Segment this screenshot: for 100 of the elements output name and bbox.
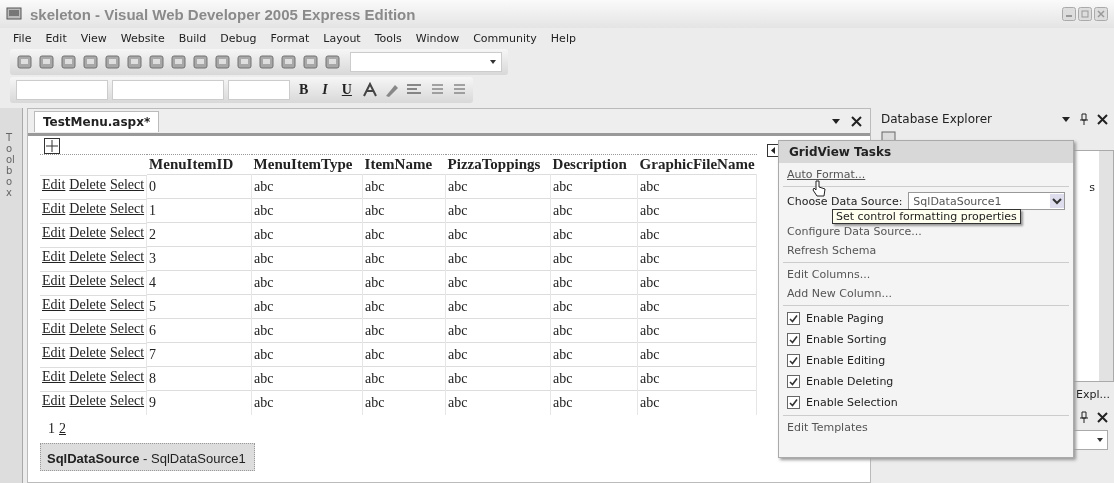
smart-tag-icon[interactable] — [767, 144, 780, 157]
command-link[interactable]: Select — [109, 392, 145, 414]
task-link[interactable]: Edit Columns... — [783, 265, 875, 284]
dropdown-icon[interactable] — [1061, 115, 1071, 123]
column-header[interactable]: MenuItemType — [251, 154, 363, 175]
command-link[interactable]: Select — [109, 176, 145, 198]
command-link[interactable]: Edit — [42, 368, 66, 390]
checkbox[interactable] — [787, 333, 800, 346]
command-link[interactable]: Edit — [42, 248, 66, 270]
close-icon[interactable] — [1097, 113, 1108, 125]
command-link[interactable]: Delete — [69, 296, 106, 318]
table-cell: abc — [445, 222, 551, 247]
command-link[interactable]: Select — [109, 272, 145, 294]
table-cell: abc — [251, 222, 363, 247]
size-combo[interactable] — [228, 80, 290, 100]
command-link[interactable]: Select — [109, 248, 145, 270]
panel-tab[interactable]: Expl... — [1072, 385, 1114, 403]
move-handle-icon[interactable] — [44, 138, 60, 154]
task-link[interactable]: Configure Data Source... — [783, 222, 926, 241]
command-link[interactable]: Select — [109, 320, 145, 342]
menu-item[interactable]: Tools — [367, 31, 409, 45]
menu-item[interactable]: View — [73, 31, 114, 45]
close-icon[interactable] — [851, 115, 862, 127]
command-link[interactable]: Select — [109, 296, 145, 318]
command-link[interactable]: Edit — [42, 344, 66, 366]
command-link[interactable]: Edit — [42, 392, 66, 414]
format-button[interactable]: U — [336, 82, 357, 98]
menu-item[interactable]: Build — [171, 31, 214, 45]
dropdown-icon[interactable] — [831, 117, 841, 125]
dropdown-icon[interactable] — [1050, 194, 1064, 208]
dropdown-icon[interactable] — [1096, 437, 1104, 443]
font-color-icon[interactable] — [360, 82, 379, 98]
restore-icon[interactable] — [1078, 7, 1092, 21]
format-button[interactable]: B — [294, 82, 314, 98]
command-link[interactable]: Edit — [42, 224, 66, 246]
pin-icon[interactable] — [1079, 113, 1089, 125]
table-cell: abc — [445, 294, 551, 319]
datasource-control[interactable]: SqlDataSource - SqlDataSource1 — [40, 442, 255, 471]
minimize-icon[interactable] — [1062, 7, 1076, 21]
command-link[interactable]: Delete — [69, 320, 106, 342]
table-cell: abc — [251, 390, 363, 415]
column-header[interactable]: ItemName — [362, 154, 446, 175]
command-link[interactable]: Delete — [69, 392, 106, 414]
checkbox[interactable] — [787, 312, 800, 325]
task-link[interactable]: Edit Templates — [783, 418, 872, 437]
table-cell: abc — [251, 342, 363, 367]
menu-item[interactable]: Format — [263, 31, 317, 45]
table-cell: 2 — [147, 222, 252, 247]
command-link[interactable]: Delete — [69, 344, 106, 366]
page-link[interactable]: 2 — [59, 420, 66, 437]
menu-item[interactable]: File — [6, 31, 39, 45]
table-cell: 1 — [147, 198, 252, 223]
scroll-bar[interactable] — [1099, 151, 1113, 381]
menu-item[interactable]: Layout — [316, 31, 368, 45]
command-link[interactable]: Delete — [69, 368, 106, 390]
menu-item[interactable]: Community — [466, 31, 544, 45]
command-link[interactable]: Edit — [42, 200, 66, 222]
column-header[interactable]: PizzaToppings — [445, 154, 551, 175]
page-link[interactable]: 1 — [48, 420, 55, 437]
table-cell: abc — [362, 318, 446, 343]
command-link[interactable]: Select — [109, 368, 145, 390]
command-link[interactable]: Edit — [42, 320, 66, 342]
document-tab[interactable]: TestMenu.aspx* — [34, 110, 160, 132]
menu-item[interactable]: Debug — [213, 31, 264, 45]
command-link[interactable]: Select — [109, 200, 145, 222]
toolbox-tab[interactable]: Toolbox — [0, 108, 23, 483]
task-link[interactable]: Add New Column... — [783, 284, 896, 303]
command-link[interactable]: Delete — [69, 176, 106, 198]
table-cell: abc — [362, 246, 446, 271]
format-button[interactable]: I — [317, 82, 333, 98]
task-link[interactable]: Auto Format... — [783, 165, 870, 184]
checkbox[interactable] — [787, 375, 800, 388]
table-cell: 7 — [147, 342, 252, 367]
command-link[interactable]: Select — [109, 224, 145, 246]
close-icon[interactable] — [1097, 411, 1108, 423]
dropdown-icon[interactable] — [489, 59, 497, 65]
task-link[interactable]: Refresh Schema — [783, 241, 881, 260]
command-link[interactable]: Edit — [42, 176, 66, 198]
checkbox[interactable] — [787, 354, 800, 367]
menu-item[interactable]: Help — [543, 31, 583, 45]
table-cell: 8 — [147, 366, 252, 391]
command-link[interactable]: Delete — [69, 272, 106, 294]
block-format-combo[interactable] — [16, 80, 108, 100]
command-link[interactable]: Delete — [69, 248, 106, 270]
command-link[interactable]: Edit — [42, 296, 66, 318]
command-link[interactable]: Delete — [69, 200, 106, 222]
command-link[interactable]: Select — [109, 344, 145, 366]
menu-item[interactable]: Window — [408, 31, 467, 45]
command-link[interactable]: Edit — [42, 272, 66, 294]
menu-item[interactable]: Edit — [38, 31, 74, 45]
checkbox[interactable] — [787, 396, 800, 409]
menu-item[interactable]: Website — [113, 31, 172, 45]
table-cell: abc — [251, 318, 363, 343]
datasource-combo[interactable]: SqlDataSource1 — [908, 192, 1065, 210]
command-link[interactable]: Delete — [69, 224, 106, 246]
column-header[interactable]: Description — [550, 154, 638, 175]
column-header[interactable]: GraphicFileName — [637, 154, 757, 175]
font-combo[interactable] — [112, 80, 224, 100]
pin-icon[interactable] — [1079, 411, 1089, 423]
column-header[interactable]: MenuItemID — [147, 154, 252, 175]
